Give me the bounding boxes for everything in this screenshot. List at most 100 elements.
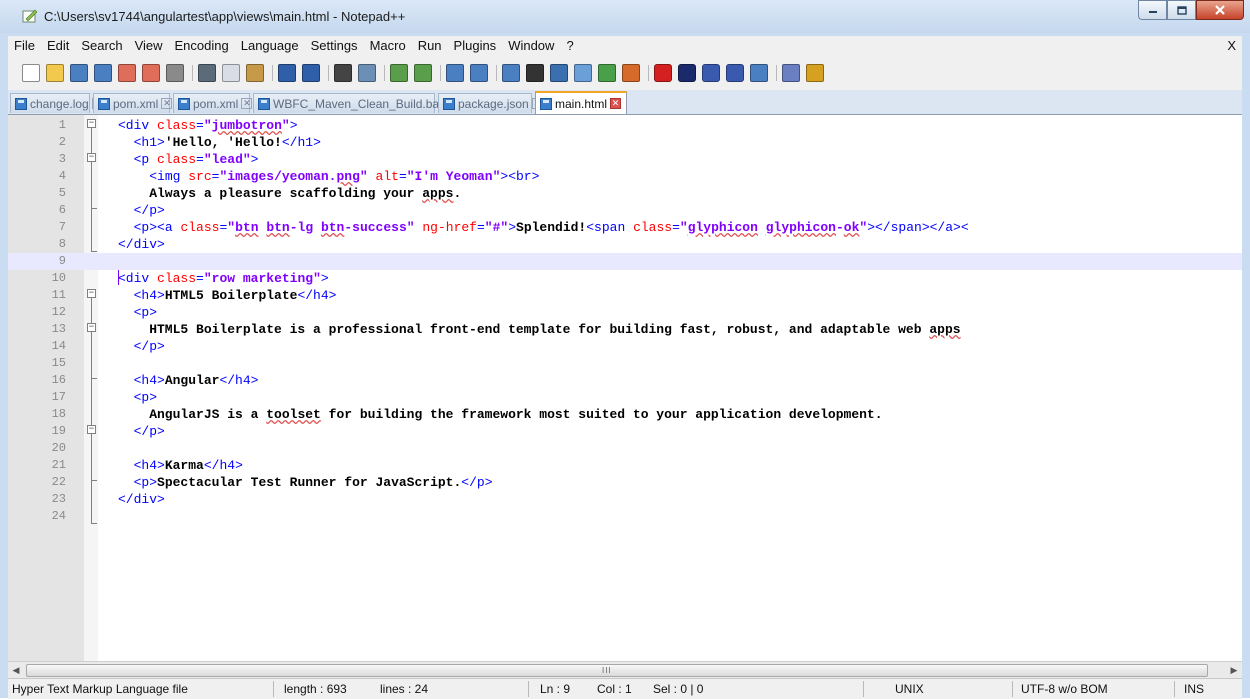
code-line[interactable]: 2 <h1>'Hello, 'Hello!</h1> [8, 134, 1242, 151]
run-macro-multiple-icon[interactable] [726, 64, 744, 82]
code-editor[interactable]: − − − − − 1 <div class="jumbotron"> 2 <h1>… [8, 115, 1242, 661]
tab-label: WBFC_Maven_Clean_Build.bat [273, 96, 443, 111]
scroll-right-icon[interactable]: ▶ [1226, 662, 1242, 678]
code-line[interactable]: 15 [8, 355, 1242, 372]
indent-guide-icon[interactable] [550, 64, 568, 82]
code-line[interactable]: 14 </p> [8, 338, 1242, 355]
code-line[interactable]: 19 </p> [8, 423, 1242, 440]
toolbar-separator [328, 65, 329, 81]
save-all-icon[interactable] [94, 64, 112, 82]
toolbar-separator [648, 65, 649, 81]
user-language-icon[interactable] [574, 64, 592, 82]
close-all-icon[interactable] [142, 64, 160, 82]
scrollbar-thumb[interactable]: III [26, 664, 1208, 677]
code-line[interactable]: 12 <p> [8, 304, 1242, 321]
code-line[interactable]: 6 </p> [8, 202, 1242, 219]
horizontal-scrollbar[interactable]: ◀ III ▶ [8, 661, 1242, 678]
tab-main-html[interactable]: main.html ✕ [535, 91, 627, 114]
code-line[interactable]: 22 <p>Spectacular Test Runner for JavaSc… [8, 474, 1242, 491]
spell-check-icon[interactable] [782, 64, 800, 82]
code-line[interactable]: 16 <h4>Angular</h4> [8, 372, 1242, 389]
sync-vertical-icon[interactable] [446, 64, 464, 82]
close-window-button[interactable] [1196, 0, 1244, 20]
code-text: AngularJS is a toolset for building the … [118, 407, 883, 422]
code-text: <p class="lead"> [133, 152, 259, 167]
close-icon[interactable] [118, 64, 136, 82]
code-line[interactable]: 8 </div> [8, 236, 1242, 253]
cut-icon[interactable] [198, 64, 216, 82]
code-line[interactable]: 23 </div> [8, 491, 1242, 508]
code-line[interactable]: 1 <div class="jumbotron"> [8, 117, 1242, 134]
menu-encoding[interactable]: Encoding [169, 36, 235, 56]
menu-settings[interactable]: Settings [305, 36, 364, 56]
menu-edit[interactable]: Edit [41, 36, 75, 56]
tab-close-icon[interactable]: ✕ [161, 98, 173, 109]
doc-map-icon[interactable] [598, 64, 616, 82]
code-line[interactable]: 9 [8, 253, 1242, 270]
open-file-icon[interactable] [46, 64, 64, 82]
code-line[interactable]: 20 [8, 440, 1242, 457]
tab-pom-xml-2[interactable]: pom.xml ✕ [173, 93, 253, 113]
menu-view[interactable]: View [129, 36, 169, 56]
tab-label: pom.xml [113, 96, 159, 111]
menu-search[interactable]: Search [75, 36, 128, 56]
line-number: 20 [51, 441, 66, 455]
maximize-button[interactable] [1167, 0, 1196, 20]
function-list-icon[interactable] [622, 64, 640, 82]
code-text: </p> [133, 339, 165, 354]
code-line[interactable]: 11 <h4>HTML5 Boilerplate</h4> [8, 287, 1242, 304]
menu-file[interactable]: File [8, 36, 41, 56]
play-macro-icon[interactable] [702, 64, 720, 82]
tab-change-log[interactable]: change.log ✕ [10, 93, 103, 113]
code-line[interactable]: 10 <div class="row marketing"> [8, 270, 1242, 287]
code-line[interactable]: 4 <img src="images/yeoman.png" alt="I'm … [8, 168, 1242, 185]
code-text: </div> [118, 492, 165, 507]
tab-pom-xml[interactable]: pom.xml ✕ [93, 93, 173, 113]
copy-icon[interactable] [222, 64, 240, 82]
menu-window[interactable]: Window [502, 36, 560, 56]
code-line[interactable]: 18 AngularJS is a toolset for building t… [8, 406, 1242, 423]
tab-package-json[interactable]: package.json ✕ [438, 93, 543, 113]
print-icon[interactable] [166, 64, 184, 82]
undo-icon[interactable] [278, 64, 296, 82]
new-file-icon[interactable] [22, 64, 40, 82]
word-wrap-icon[interactable] [502, 64, 520, 82]
code-line[interactable]: 5 Always a pleasure scaffolding your app… [8, 185, 1242, 202]
menu-help[interactable]: ? [560, 36, 579, 56]
save-icon[interactable] [70, 64, 88, 82]
minimize-button[interactable] [1138, 0, 1167, 20]
paste-icon[interactable] [246, 64, 264, 82]
status-divider [528, 681, 529, 697]
code-line[interactable]: 3 <p class="lead"> [8, 151, 1242, 168]
record-macro-icon[interactable] [654, 64, 672, 82]
tab-close-icon[interactable]: ✕ [610, 98, 622, 109]
line-number: 7 [58, 220, 66, 234]
replace-icon[interactable] [358, 64, 376, 82]
code-line[interactable]: 13 HTML5 Boilerplate is a professional f… [8, 321, 1242, 338]
save-macro-icon[interactable] [750, 64, 768, 82]
code-line[interactable]: 17 <p> [8, 389, 1242, 406]
menu-run[interactable]: Run [412, 36, 448, 56]
redo-icon[interactable] [302, 64, 320, 82]
file-icon [178, 97, 190, 110]
status-lines: lines : 24 [380, 682, 429, 696]
tab-wbfc-maven-clean-build[interactable]: WBFC_Maven_Clean_Build.bat ✕ [253, 93, 457, 113]
line-number: 13 [51, 322, 66, 336]
stop-macro-icon[interactable] [678, 64, 696, 82]
menu-plugins[interactable]: Plugins [448, 36, 503, 56]
sync-horizontal-icon[interactable] [470, 64, 488, 82]
show-all-characters-icon[interactable] [526, 64, 544, 82]
close-document-button[interactable]: X [1227, 36, 1236, 56]
find-icon[interactable] [334, 64, 352, 82]
code-line[interactable]: 7 <p><a class="btn btn-lg btn-success" n… [8, 219, 1242, 236]
plugin-icon[interactable] [806, 64, 824, 82]
code-line[interactable]: 21 <h4>Karma</h4> [8, 457, 1242, 474]
menu-macro[interactable]: Macro [364, 36, 412, 56]
zoom-out-icon[interactable] [414, 64, 432, 82]
code-line[interactable]: 24 [8, 508, 1242, 525]
menu-language[interactable]: Language [235, 36, 305, 56]
line-number: 10 [51, 271, 66, 285]
scroll-left-icon[interactable]: ◀ [8, 662, 24, 678]
zoom-in-icon[interactable] [390, 64, 408, 82]
tab-close-icon[interactable]: ✕ [241, 98, 253, 109]
